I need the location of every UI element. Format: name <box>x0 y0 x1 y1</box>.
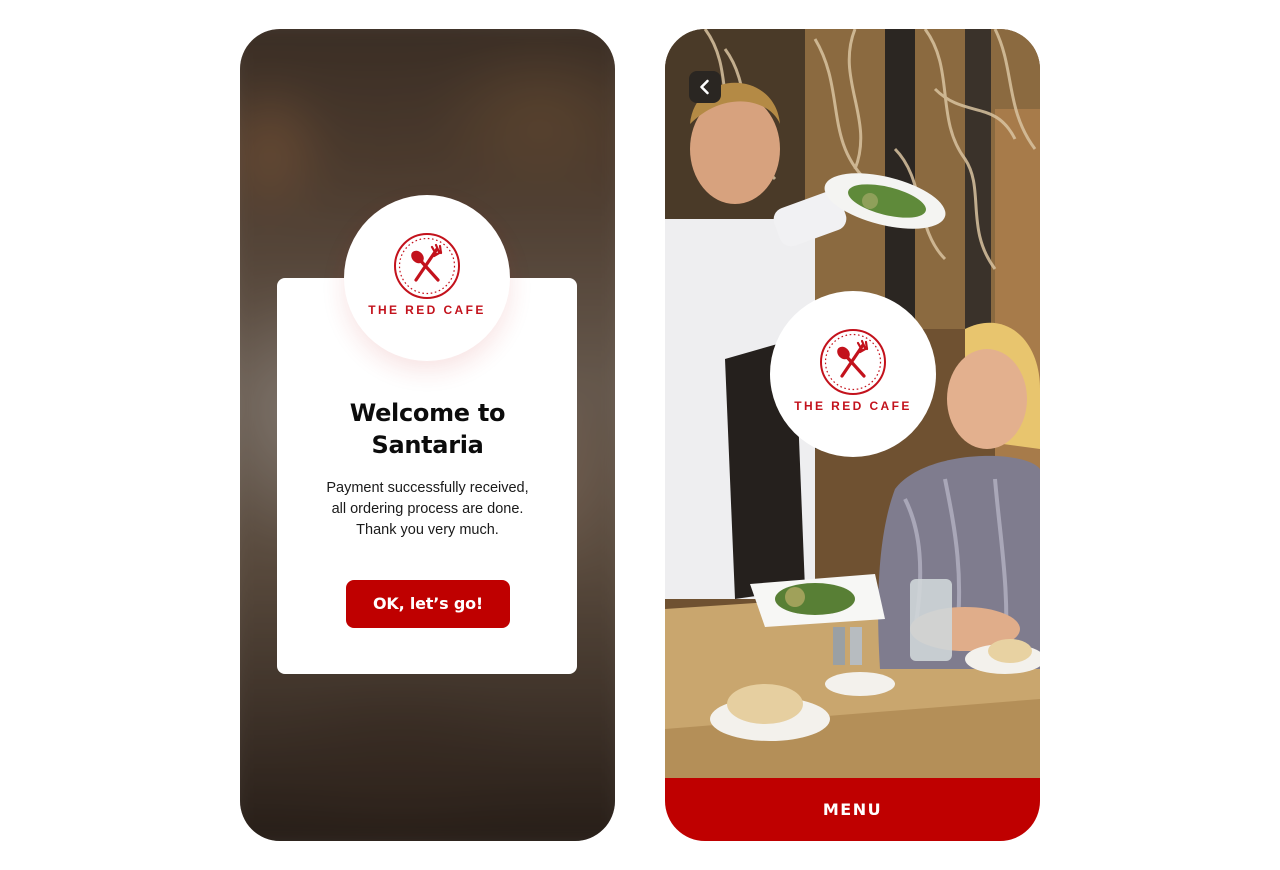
brand-name: THE RED CAFE <box>368 303 486 317</box>
welcome-title: Welcome to Santaria <box>240 397 615 461</box>
restaurant-home-screen: THE RED CAFE MENU <box>665 29 1040 841</box>
welcome-title-line1: Welcome to <box>349 399 506 427</box>
payment-message-line2: all ordering process are done. <box>331 501 524 517</box>
payment-success-screen: THE RED CAFE Welcome to Santaria Payment… <box>240 29 615 841</box>
ok-lets-go-button[interactable]: OK, let’s go! <box>346 580 510 628</box>
spoon-fork-crossed-icon <box>820 329 886 395</box>
brand-logo: THE RED CAFE <box>344 195 510 361</box>
brand-name: THE RED CAFE <box>794 399 912 413</box>
menu-button[interactable]: MENU <box>665 778 1040 841</box>
payment-message-line1: Payment successfully received, <box>326 480 529 496</box>
spoon-fork-crossed-icon <box>394 233 460 299</box>
welcome-title-line2: Santaria <box>371 431 484 459</box>
payment-message-line3: Thank you very much. <box>356 522 499 538</box>
back-button[interactable] <box>689 71 721 103</box>
brand-logo: THE RED CAFE <box>770 291 936 457</box>
payment-message: Payment successfully received, all order… <box>240 478 615 541</box>
chevron-left-icon <box>700 79 709 95</box>
